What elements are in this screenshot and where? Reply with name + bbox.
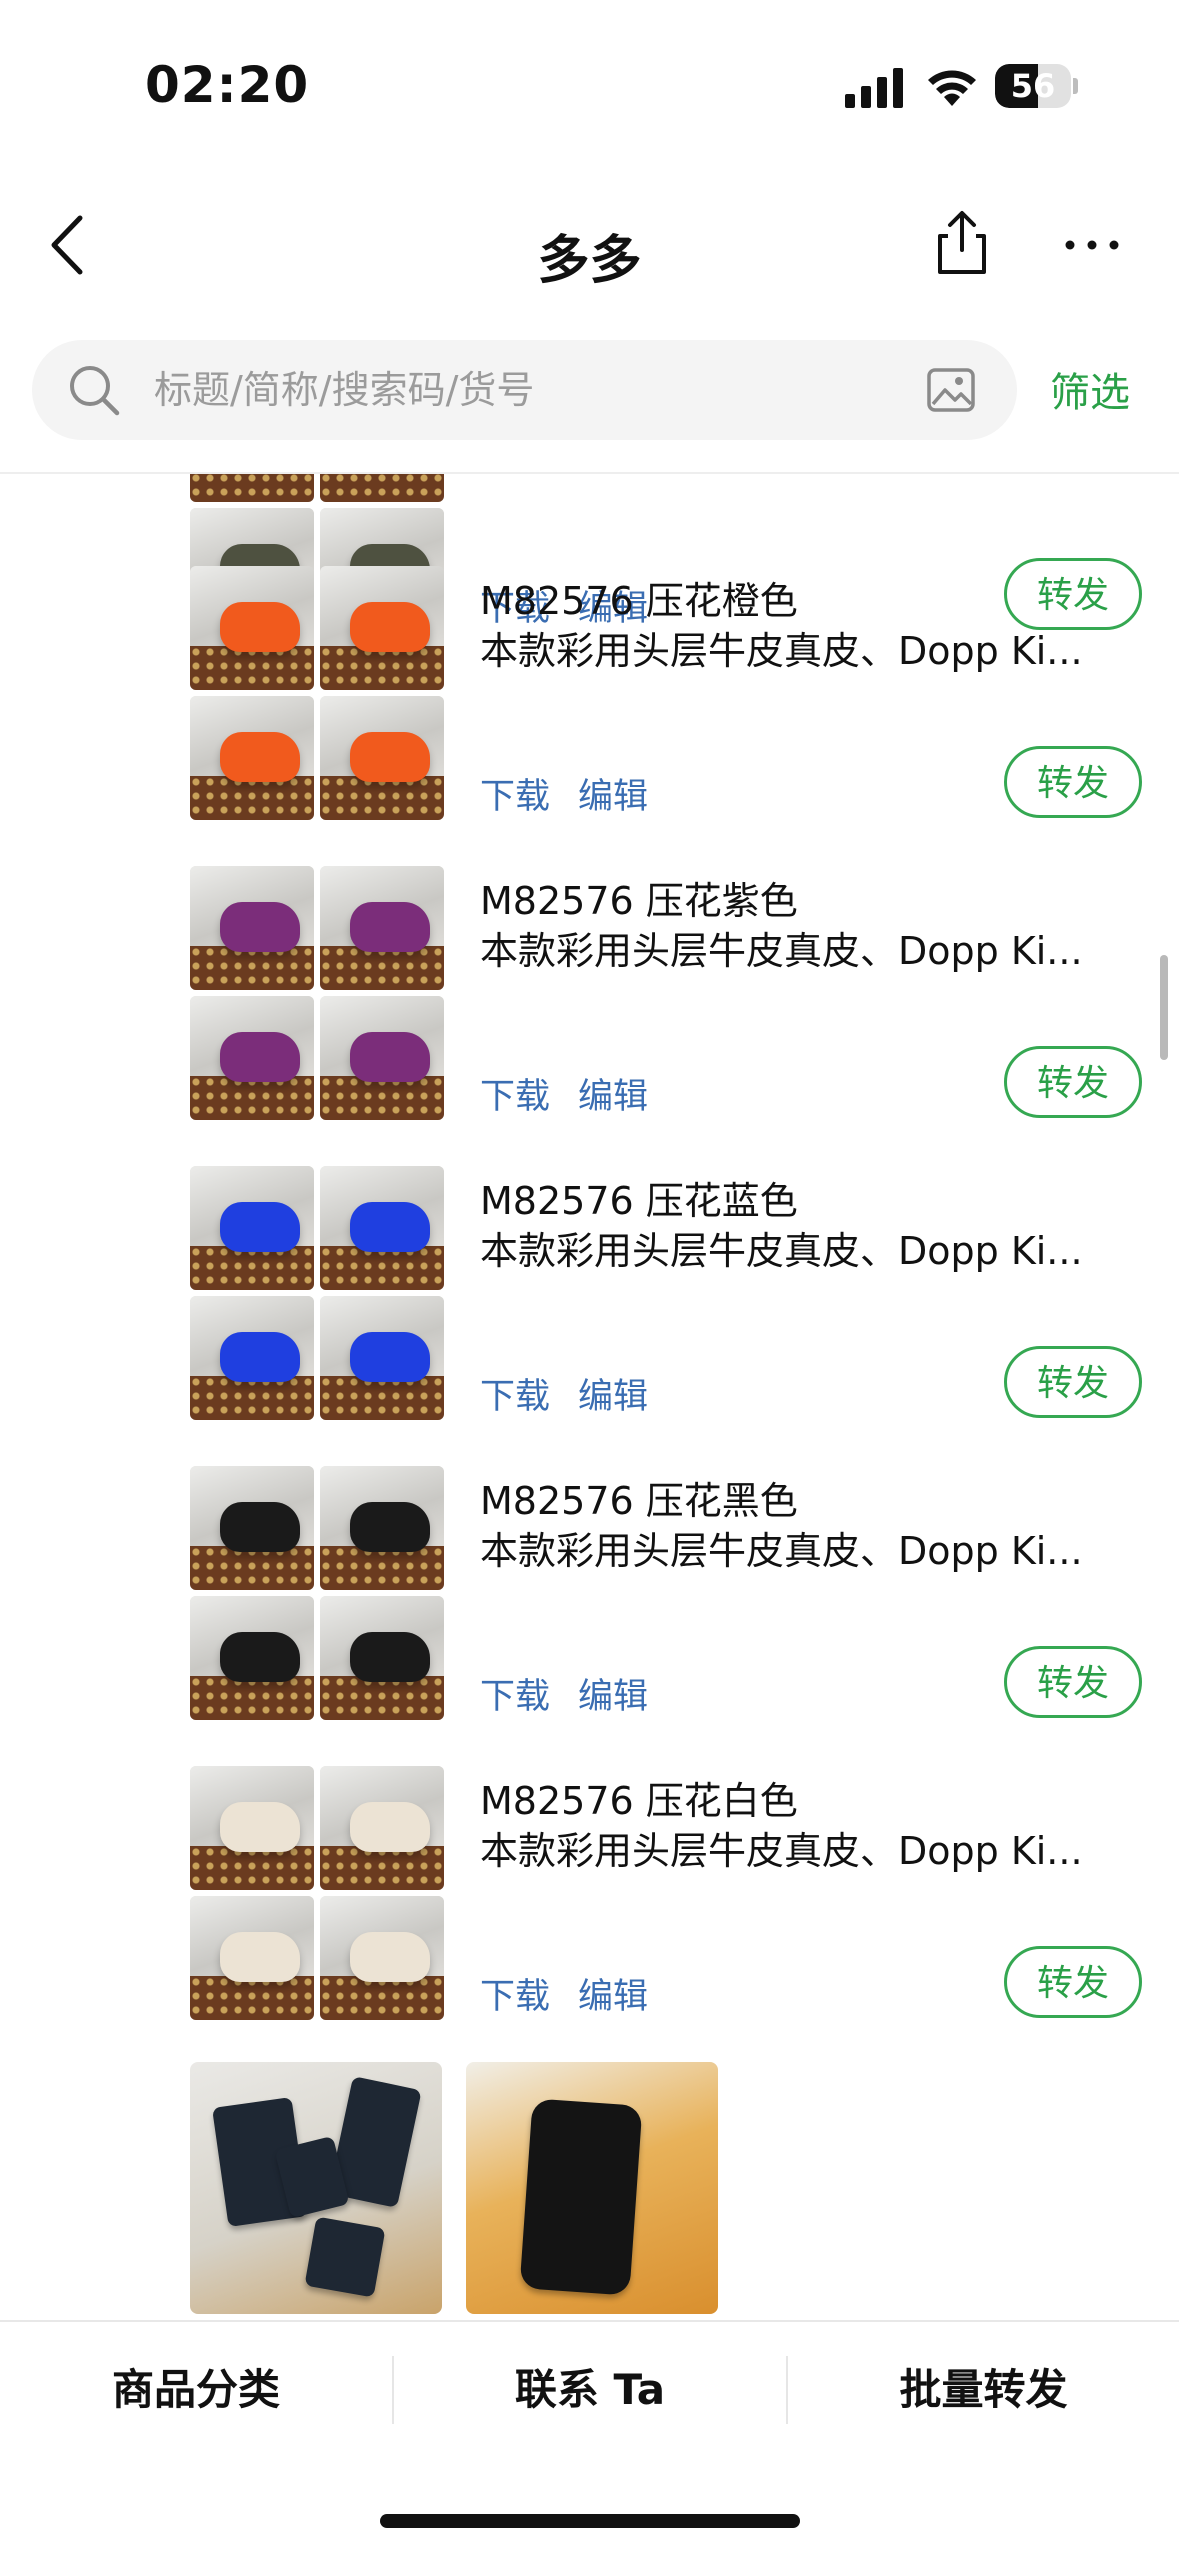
product-thumbnail[interactable] [320,996,444,1120]
product-thumbnail[interactable] [190,696,314,820]
status-bar: 02:20 56 [0,0,1179,170]
product-thumbnail[interactable] [190,866,314,990]
forward-button[interactable]: 转发 [1004,746,1142,818]
list-item[interactable]: M82576 压花白色 本款彩用头层牛皮真皮、Dopp Ki... 下载 编辑 … [0,1766,1179,2066]
thumbnail-grid[interactable] [190,1166,446,1422]
edit-link[interactable]: 编辑 [578,1668,648,1719]
download-link[interactable]: 下载 [480,768,550,819]
item-description: 本款彩用头层牛皮真皮、Dopp Ki... [480,1229,1083,1273]
battery-icon: 56 [995,64,1079,108]
forward-button[interactable]: 转发 [1004,1046,1142,1118]
product-thumbnail[interactable] [190,1766,314,1890]
thumbnail-grid[interactable] [190,566,446,822]
edit-link[interactable]: 编辑 [578,1068,648,1119]
list-item[interactable]: M82576 压花蓝色 本款彩用头层牛皮真皮、Dopp Ki... 下载 编辑 … [0,1166,1179,1466]
battery-percentage: 56 [1010,67,1056,105]
product-thumbnail[interactable] [320,1296,444,1420]
edit-link[interactable]: 编辑 [578,1968,648,2019]
search-row: 筛选 [0,340,1179,440]
product-thumbnail[interactable] [320,1166,444,1290]
list-item[interactable]: M82576 压花紫色 本款彩用头层牛皮真皮、Dopp Ki... 下载 编辑 … [0,866,1179,1166]
image-search-icon[interactable] [925,364,977,416]
list-item[interactable]: M82576 压花黑色 本款彩用头层牛皮真皮、Dopp Ki... 下载 编辑 … [0,1466,1179,1766]
product-thumbnail[interactable] [320,866,444,990]
product-thumbnail[interactable] [320,474,444,502]
download-link[interactable]: 下载 [480,1668,550,1719]
item-title: M82576 压花紫色 [480,879,798,923]
product-thumbnail[interactable] [320,1896,444,2020]
navigation-bar: 多多 [0,190,1179,300]
list-item[interactable]: M82576 压花橙色 本款彩用头层牛皮真皮、Dopp Ki... 下载 编辑 … [0,566,1179,866]
product-thumbnail[interactable] [190,996,314,1120]
item-title: M82576 压花橙色 [480,579,798,623]
product-thumbnail[interactable] [190,1896,314,2020]
product-thumbnail[interactable] [320,566,444,690]
thumbnail-grid[interactable] [190,866,446,1122]
filter-button[interactable]: 筛选 [1050,360,1130,418]
batch-forward-button[interactable]: 批量转发 [788,2350,1179,2430]
page-title: 多多 [537,231,642,291]
forward-button[interactable]: 转发 [1004,1646,1142,1718]
product-thumbnail[interactable] [190,474,314,502]
item-description: 本款彩用头层牛皮真皮、Dopp Ki... [480,1529,1083,1573]
contact-button[interactable]: 联系 Ta [394,2350,786,2430]
product-photo[interactable] [190,2062,442,2314]
wifi-icon [928,70,976,106]
cellular-signal-icon [845,68,903,108]
list-item[interactable] [0,2062,1179,2320]
status-time: 02:20 [145,56,310,114]
thumbnail-grid[interactable] [190,1466,446,1722]
search-icon [70,366,120,416]
product-thumbnail[interactable] [190,1296,314,1420]
search-input[interactable] [154,340,834,440]
thumbnail-grid[interactable] [190,1766,446,2022]
product-thumbnail[interactable] [190,1166,314,1290]
item-title: M82576 压花蓝色 [480,1179,798,1223]
edit-link[interactable]: 编辑 [578,768,648,819]
download-link[interactable]: 下载 [480,1068,550,1119]
scroll-indicator[interactable] [1160,955,1168,1060]
download-link[interactable]: 下载 [480,1968,550,2019]
product-photo[interactable] [466,2062,718,2314]
item-title: M82576 压花白色 [480,1779,798,1823]
item-description: 本款彩用头层牛皮真皮、Dopp Ki... [480,629,1083,673]
download-link[interactable]: 下载 [480,1368,550,1419]
product-thumbnail[interactable] [320,1466,444,1590]
share-icon[interactable] [930,208,994,278]
more-options-icon[interactable] [1060,220,1124,270]
item-description: 本款彩用头层牛皮真皮、Dopp Ki... [480,929,1083,973]
forward-button[interactable]: 转发 [1004,1346,1142,1418]
product-thumbnail[interactable] [190,1466,314,1590]
edit-link[interactable]: 编辑 [578,1368,648,1419]
home-indicator[interactable] [380,2514,800,2528]
product-list[interactable]: 下载 编辑 转发 M82576 压花橙色 本款彩用头层牛皮真皮、Dopp Ki.… [0,474,1179,2320]
product-thumbnail[interactable] [320,1596,444,1720]
forward-button[interactable]: 转发 [1004,1946,1142,2018]
product-thumbnail[interactable] [190,1596,314,1720]
product-thumbnail[interactable] [320,1766,444,1890]
item-title: M82576 压花黑色 [480,1479,798,1523]
search-box [32,340,1017,440]
item-description: 本款彩用头层牛皮真皮、Dopp Ki... [480,1829,1083,1873]
product-thumbnail[interactable] [320,696,444,820]
category-button[interactable]: 商品分类 [0,2350,392,2430]
product-thumbnail[interactable] [190,566,314,690]
